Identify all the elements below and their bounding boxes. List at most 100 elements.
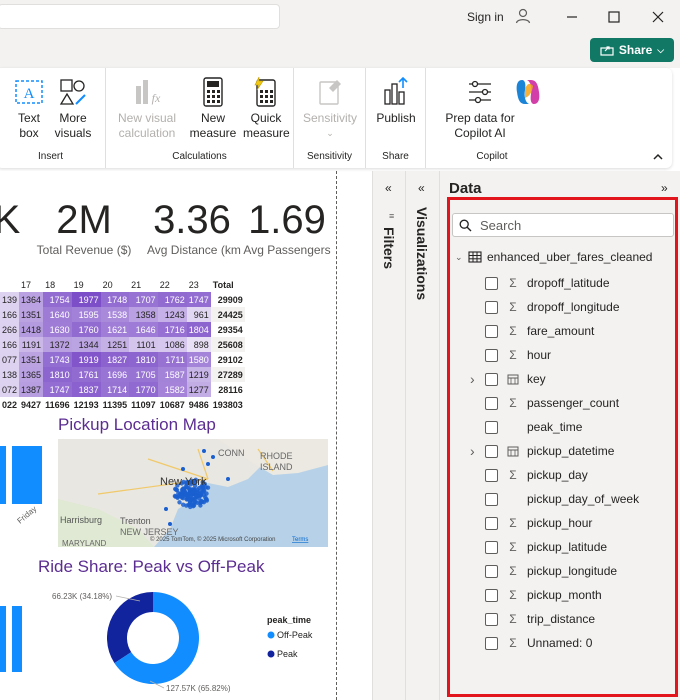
share-button[interactable]: Share ⌵	[590, 38, 674, 62]
legend-item[interactable]: Peak	[277, 649, 298, 659]
field-item[interactable]: pickup_day_of_week	[470, 489, 639, 509]
field-checkbox[interactable]	[485, 324, 498, 338]
ribbon: A Text box More visuals Insert fx New vi…	[0, 68, 672, 168]
matrix-header-cell[interactable]: Total	[211, 278, 245, 292]
field-item[interactable]: Σpickup_latitude	[470, 537, 607, 557]
field-checkbox[interactable]	[485, 612, 498, 626]
bar-chart-visual[interactable]	[0, 604, 30, 674]
chevron-right-icon[interactable]: ›	[470, 443, 485, 459]
matrix-header-cell[interactable]: 20	[101, 278, 130, 292]
ribbon-button-partial[interactable]	[0, 76, 6, 111]
sigma-icon: Σ	[509, 276, 517, 290]
donut-slice-peak[interactable]	[107, 592, 153, 664]
user-avatar-icon[interactable]	[514, 7, 532, 25]
matrix-row[interactable]: 266 1418 1630 1760 1621 1646 1716 1804 29354	[0, 322, 245, 337]
matrix-row[interactable]: 139 1364 1754 1977 1748 1707 1762 1747 29909	[0, 292, 245, 307]
field-checkbox[interactable]	[485, 540, 498, 554]
share-label: Share	[618, 43, 653, 57]
collapse-filters-icon[interactable]: «	[385, 181, 392, 195]
maximize-icon[interactable]	[603, 6, 625, 28]
field-item[interactable]: Σdropoff_longitude	[470, 297, 620, 317]
field-name: pickup_hour	[527, 516, 593, 530]
matrix-header-cell[interactable]: 22	[158, 278, 187, 292]
new-visual-calculation-button[interactable]: fx New visual calculation	[114, 76, 180, 141]
visualizations-pane[interactable]: « Visualizations	[406, 171, 440, 700]
field-checkbox[interactable]	[485, 396, 498, 410]
field-checkbox[interactable]	[485, 372, 498, 386]
hour-matrix-visual[interactable]: 17 18 19 20 21 22 23 Total 139 1364 1754 1977 1748 17…	[0, 278, 306, 412]
field-item[interactable]: Σ Unnamed: 0	[470, 633, 592, 653]
matrix-row[interactable]: 072 1387 1747 1837 1714 1770 1582 1277 28116	[0, 382, 245, 397]
matrix-cell: 1101	[129, 337, 158, 352]
kpi-card[interactable]: 2M Total Revenue ($)	[34, 199, 134, 257]
field-checkbox[interactable]	[485, 444, 498, 458]
filters-pane[interactable]: « ≡ Filters	[372, 171, 406, 700]
field-checkbox[interactable]	[485, 348, 498, 362]
matrix-row[interactable]: 166 1191 1372 1344 1251 1101 1086 898 25608	[0, 337, 245, 352]
field-checkbox[interactable]	[485, 588, 498, 602]
collapse-ribbon-icon[interactable]	[652, 152, 664, 162]
field-name: pickup_longitude	[527, 564, 618, 578]
search-input[interactable]: Search	[452, 213, 674, 237]
field-item[interactable]: Σhour	[470, 345, 551, 365]
expand-pane-icon[interactable]: »	[661, 181, 668, 195]
field-item[interactable]: Σtrip_distance	[470, 609, 595, 629]
field-checkbox[interactable]	[485, 516, 498, 530]
kpi-card[interactable]: 3.36 Avg Distance (km	[144, 199, 241, 257]
new-measure-button[interactable]: New measure	[188, 76, 238, 141]
sensitivity-button[interactable]: Sensitivity ⌄	[300, 76, 360, 141]
bar[interactable]	[0, 606, 6, 672]
matrix-header-cell[interactable]: 23	[187, 278, 211, 292]
visualizations-pane-label[interactable]: Visualizations	[414, 207, 430, 300]
field-item[interactable]: peak_time	[470, 417, 582, 437]
table-node[interactable]: ⌄ enhanced_uber_fares_cleaned	[455, 250, 652, 264]
field-checkbox[interactable]	[485, 636, 498, 650]
matrix-header-cell[interactable]: 18	[43, 278, 72, 292]
filters-pane-label[interactable]: Filters	[381, 227, 397, 269]
field-item[interactable]: Σpickup_day	[470, 465, 588, 485]
copilot-button[interactable]	[510, 76, 546, 111]
bar[interactable]	[12, 606, 22, 672]
chevron-down-icon[interactable]: ⌄	[455, 252, 465, 263]
title-search-box[interactable]	[0, 4, 280, 29]
bar[interactable]	[12, 446, 42, 504]
more-visuals-button[interactable]: More visuals	[50, 76, 96, 141]
field-item[interactable]: Σpassenger_count	[470, 393, 619, 413]
minimize-icon[interactable]	[561, 6, 583, 28]
field-item[interactable]: Σpickup_hour	[470, 513, 592, 533]
field-checkbox[interactable]	[485, 420, 498, 434]
matrix-header-cell[interactable]: 19	[72, 278, 101, 292]
chevron-right-icon[interactable]: ›	[470, 371, 485, 387]
field-item[interactable]: Σfare_amount	[470, 321, 594, 341]
close-icon[interactable]	[647, 6, 669, 28]
kpi-card[interactable]: 1.69 Avg Passengers	[243, 199, 331, 257]
sign-in-link[interactable]: Sign in	[467, 10, 504, 24]
field-checkbox[interactable]	[485, 276, 498, 290]
field-item[interactable]: › pickup_datetime	[470, 441, 614, 461]
field-checkbox[interactable]	[485, 492, 498, 506]
matrix-row[interactable]: 166 1351 1640 1595 1538 1358 1243 961 24425	[0, 307, 245, 322]
matrix-cell: 1754	[43, 292, 72, 307]
map-terms-link[interactable]: Terms	[292, 537, 308, 543]
field-checkbox[interactable]	[485, 468, 498, 482]
text-box-button[interactable]: A Text box	[12, 76, 46, 141]
bar-chart-visual[interactable]: Friday	[0, 444, 54, 534]
matrix-header-cell[interactable]: 17	[19, 278, 43, 292]
field-item[interactable]: Σpickup_month	[470, 585, 602, 605]
donut-chart-visual[interactable]: 66.23K (34.18%) 127.57K (65.82%) peak_ti…	[50, 585, 330, 695]
field-item[interactable]: › key	[470, 369, 546, 389]
field-checkbox[interactable]	[485, 300, 498, 314]
quick-measure-button[interactable]: Quick measure	[242, 76, 290, 141]
matrix-row[interactable]: 138 1365 1810 1761 1696 1705 1587 1219 27289	[0, 367, 245, 382]
field-checkbox[interactable]	[485, 564, 498, 578]
matrix-header-cell[interactable]: 21	[129, 278, 158, 292]
matrix-row[interactable]: 077 1351 1743 1919 1827 1810 1711 1580 29102	[0, 352, 245, 367]
legend-item[interactable]: Off-Peak	[277, 630, 313, 640]
collapse-visualizations-icon[interactable]: «	[418, 181, 425, 195]
publish-button[interactable]: Publish	[374, 76, 418, 126]
bar[interactable]	[0, 446, 6, 504]
pickup-location-map[interactable]: New York CONN RHODE ISLAND Harrisburg Tr…	[58, 439, 328, 547]
field-item[interactable]: Σdropoff_latitude	[470, 273, 610, 293]
kpi-card[interactable]: K	[0, 199, 22, 241]
field-item[interactable]: Σpickup_longitude	[470, 561, 617, 581]
